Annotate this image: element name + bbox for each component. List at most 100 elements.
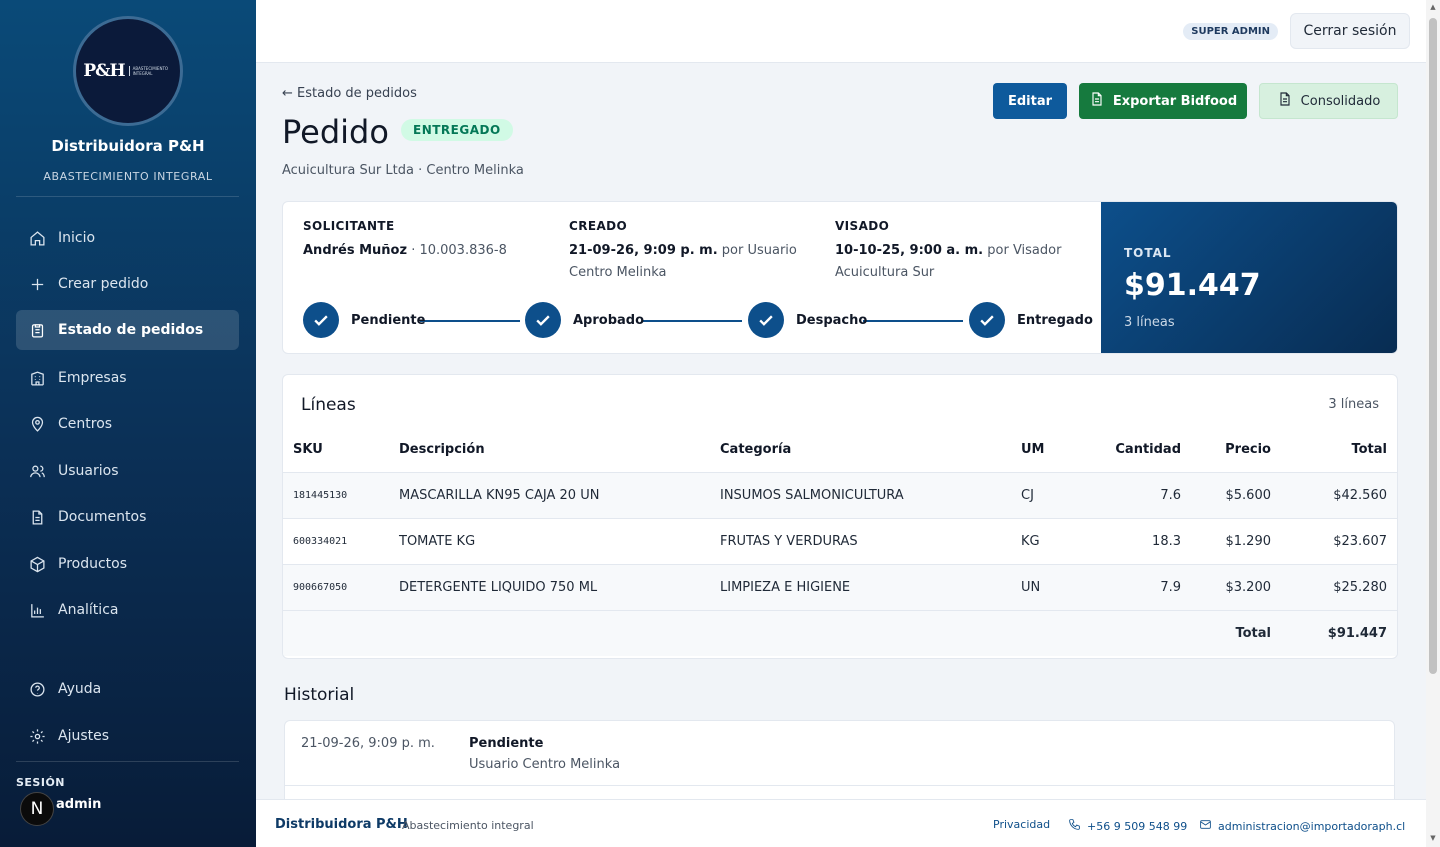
- sidebar-item-documentos[interactable]: Documentos: [16, 497, 239, 537]
- page-title: Pedido: [282, 113, 389, 151]
- brand-logo[interactable]: P&H ABASTECIMIENTO INTEGRAL: [73, 16, 183, 126]
- clipboard-icon: [28, 321, 46, 339]
- brand-tagline: ABASTECIMIENTO INTEGRAL: [43, 170, 213, 183]
- approved-block: VISADO 10-10-25, 9:00 a. m. por Visador …: [835, 219, 1090, 284]
- order-lines-card: Líneas 3 líneas SKU Descripción Categorí…: [282, 374, 1398, 659]
- history-date: 21-09-26, 9:09 p. m.: [301, 736, 435, 751]
- help-circle-icon: [28, 680, 46, 698]
- sidebar-item-productos[interactable]: Productos: [16, 544, 239, 584]
- avatar[interactable]: N: [20, 792, 54, 826]
- sidebar-item-ajustes[interactable]: Ajustes: [16, 716, 239, 756]
- history-list: 21-09-26, 9:09 p. m. Pendiente Usuario C…: [284, 720, 1395, 810]
- phone-link[interactable]: +56 9 509 548 99: [1068, 818, 1187, 834]
- status-badge: ENTREGADO: [401, 119, 513, 141]
- sidebar-item-label: Usuarios: [58, 463, 119, 479]
- edit-button[interactable]: Editar: [993, 83, 1067, 119]
- cell-description: MASCARILLA KN95 CAJA 20 UN: [399, 472, 720, 519]
- sidebar-item-crear-pedido[interactable]: Crear pedido: [16, 264, 239, 304]
- sidebar-item-ayuda[interactable]: Ayuda: [16, 669, 239, 709]
- logout-button[interactable]: Cerrar sesión: [1290, 13, 1410, 49]
- sidebar-item-inicio[interactable]: Inicio: [16, 218, 239, 258]
- order-lines-table: SKU Descripción Categoría UM Cantidad Pr…: [283, 427, 1397, 656]
- session-label: SESIÓN: [16, 776, 66, 789]
- sidebar-item-estado-de-pedidos[interactable]: Estado de pedidos: [16, 310, 239, 350]
- export-bidfood-button[interactable]: Exportar Bidfood: [1079, 83, 1247, 119]
- lines-title: Líneas: [301, 395, 356, 415]
- consolidated-button-label: Consolidado: [1300, 93, 1381, 109]
- phone-icon: [1068, 818, 1081, 834]
- cell-total: $42.560: [1271, 472, 1397, 519]
- cell-quantity: 18.3: [1081, 518, 1181, 565]
- step-label: Aprobado: [573, 312, 645, 328]
- privacy-link-label: Privacidad: [993, 818, 1051, 831]
- email-link[interactable]: administracion@importadoraph.cl: [1199, 818, 1405, 834]
- sidebar-item-centros[interactable]: Centros: [16, 404, 239, 444]
- check-icon: [969, 302, 1005, 338]
- cell-price: $3.200: [1181, 564, 1271, 611]
- sidebar-item-label: Productos: [58, 556, 128, 572]
- sidebar-item-label: Analítica: [58, 602, 119, 618]
- edit-button-label: Editar: [1007, 93, 1053, 109]
- document-icon: [1089, 91, 1105, 111]
- lines-count: 3 líneas: [1328, 397, 1379, 412]
- order-subtitle: Acuicultura Sur Ltda · Centro Melinka: [282, 163, 524, 178]
- approved-label: VISADO: [835, 219, 890, 233]
- gear-icon: [28, 727, 46, 745]
- cell-description: TOMATE KG: [399, 518, 720, 565]
- logo-mark: P&H: [83, 61, 125, 81]
- document-icon: [1277, 91, 1293, 111]
- step-despacho: Despacho: [748, 302, 867, 338]
- consolidated-button[interactable]: Consolidado: [1259, 83, 1398, 119]
- check-icon: [303, 302, 339, 338]
- step-aprobado: Aprobado: [525, 302, 644, 338]
- scrollbar[interactable]: ▲ ▼: [1426, 0, 1440, 847]
- order-info-card: SOLICITANTE Andrés Muñoz · 10.003.836-8 …: [282, 201, 1398, 354]
- sidebar-divider: [16, 761, 239, 762]
- users-icon: [28, 462, 46, 480]
- column-header-quantity: Cantidad: [1081, 427, 1181, 473]
- cell-description: DETERGENTE LIQUIDO 750 ML: [399, 564, 720, 611]
- step-connector: [863, 320, 963, 322]
- cell-category: LIMPIEZA E HIGIENE: [720, 564, 1021, 611]
- footer-brand: Distribuidora P&H: [275, 817, 408, 832]
- total-line-count: 3 líneas: [1124, 315, 1175, 330]
- cell-um: CJ: [1021, 472, 1081, 519]
- sidebar-item-analitica[interactable]: Analítica: [16, 590, 239, 630]
- column-header-total: Total: [1271, 427, 1397, 473]
- requester-rut: · 10.003.836-8: [407, 243, 507, 258]
- plus-icon: [28, 275, 46, 293]
- scroll-thumb[interactable]: [1429, 18, 1437, 674]
- step-label: Despacho: [796, 312, 868, 328]
- step-connector: [642, 320, 742, 322]
- scroll-down-icon[interactable]: ▼: [1429, 834, 1437, 842]
- privacy-link[interactable]: Privacidad: [993, 818, 1050, 831]
- home-icon: [28, 229, 46, 247]
- sidebar-item-usuarios[interactable]: Usuarios: [16, 451, 239, 491]
- history-status: Pendiente: [469, 736, 544, 751]
- footer: Distribuidora P&H Abastecimiento integra…: [256, 799, 1426, 847]
- role-badge: SUPER ADMIN: [1183, 23, 1278, 40]
- history-title: Historial: [284, 685, 355, 705]
- scroll-up-icon[interactable]: ▲: [1429, 3, 1437, 11]
- sidebar-item-label: Centros: [58, 416, 113, 432]
- map-pin-icon: [28, 415, 46, 433]
- cell-price: $5.600: [1181, 472, 1271, 519]
- cell-sku: 181445130: [283, 472, 399, 519]
- requester-block: SOLICITANTE Andrés Muñoz · 10.003.836-8: [303, 219, 558, 262]
- step-connector: [420, 320, 520, 322]
- cell-category: FRUTAS Y VERDURAS: [720, 518, 1021, 565]
- footer-total-label: Total: [283, 610, 1271, 656]
- sidebar-item-label: Estado de pedidos: [58, 322, 204, 338]
- check-icon: [525, 302, 561, 338]
- sidebar-item-empresas[interactable]: Empresas: [16, 358, 239, 398]
- sidebar-item-label: Crear pedido: [58, 276, 149, 292]
- back-link[interactable]: ← Estado de pedidos: [282, 86, 417, 101]
- total-label: TOTAL: [1124, 246, 1172, 260]
- step-label: Entregado: [1017, 312, 1093, 328]
- column-header-category: Categoría: [720, 427, 1021, 473]
- cell-quantity: 7.9: [1081, 564, 1181, 611]
- step-pendiente: Pendiente: [303, 302, 425, 338]
- mail-icon: [1199, 818, 1212, 834]
- created-block: CREADO 21-09-26, 9:09 p. m. por Usuario …: [569, 219, 824, 284]
- session-user: admin: [56, 797, 102, 812]
